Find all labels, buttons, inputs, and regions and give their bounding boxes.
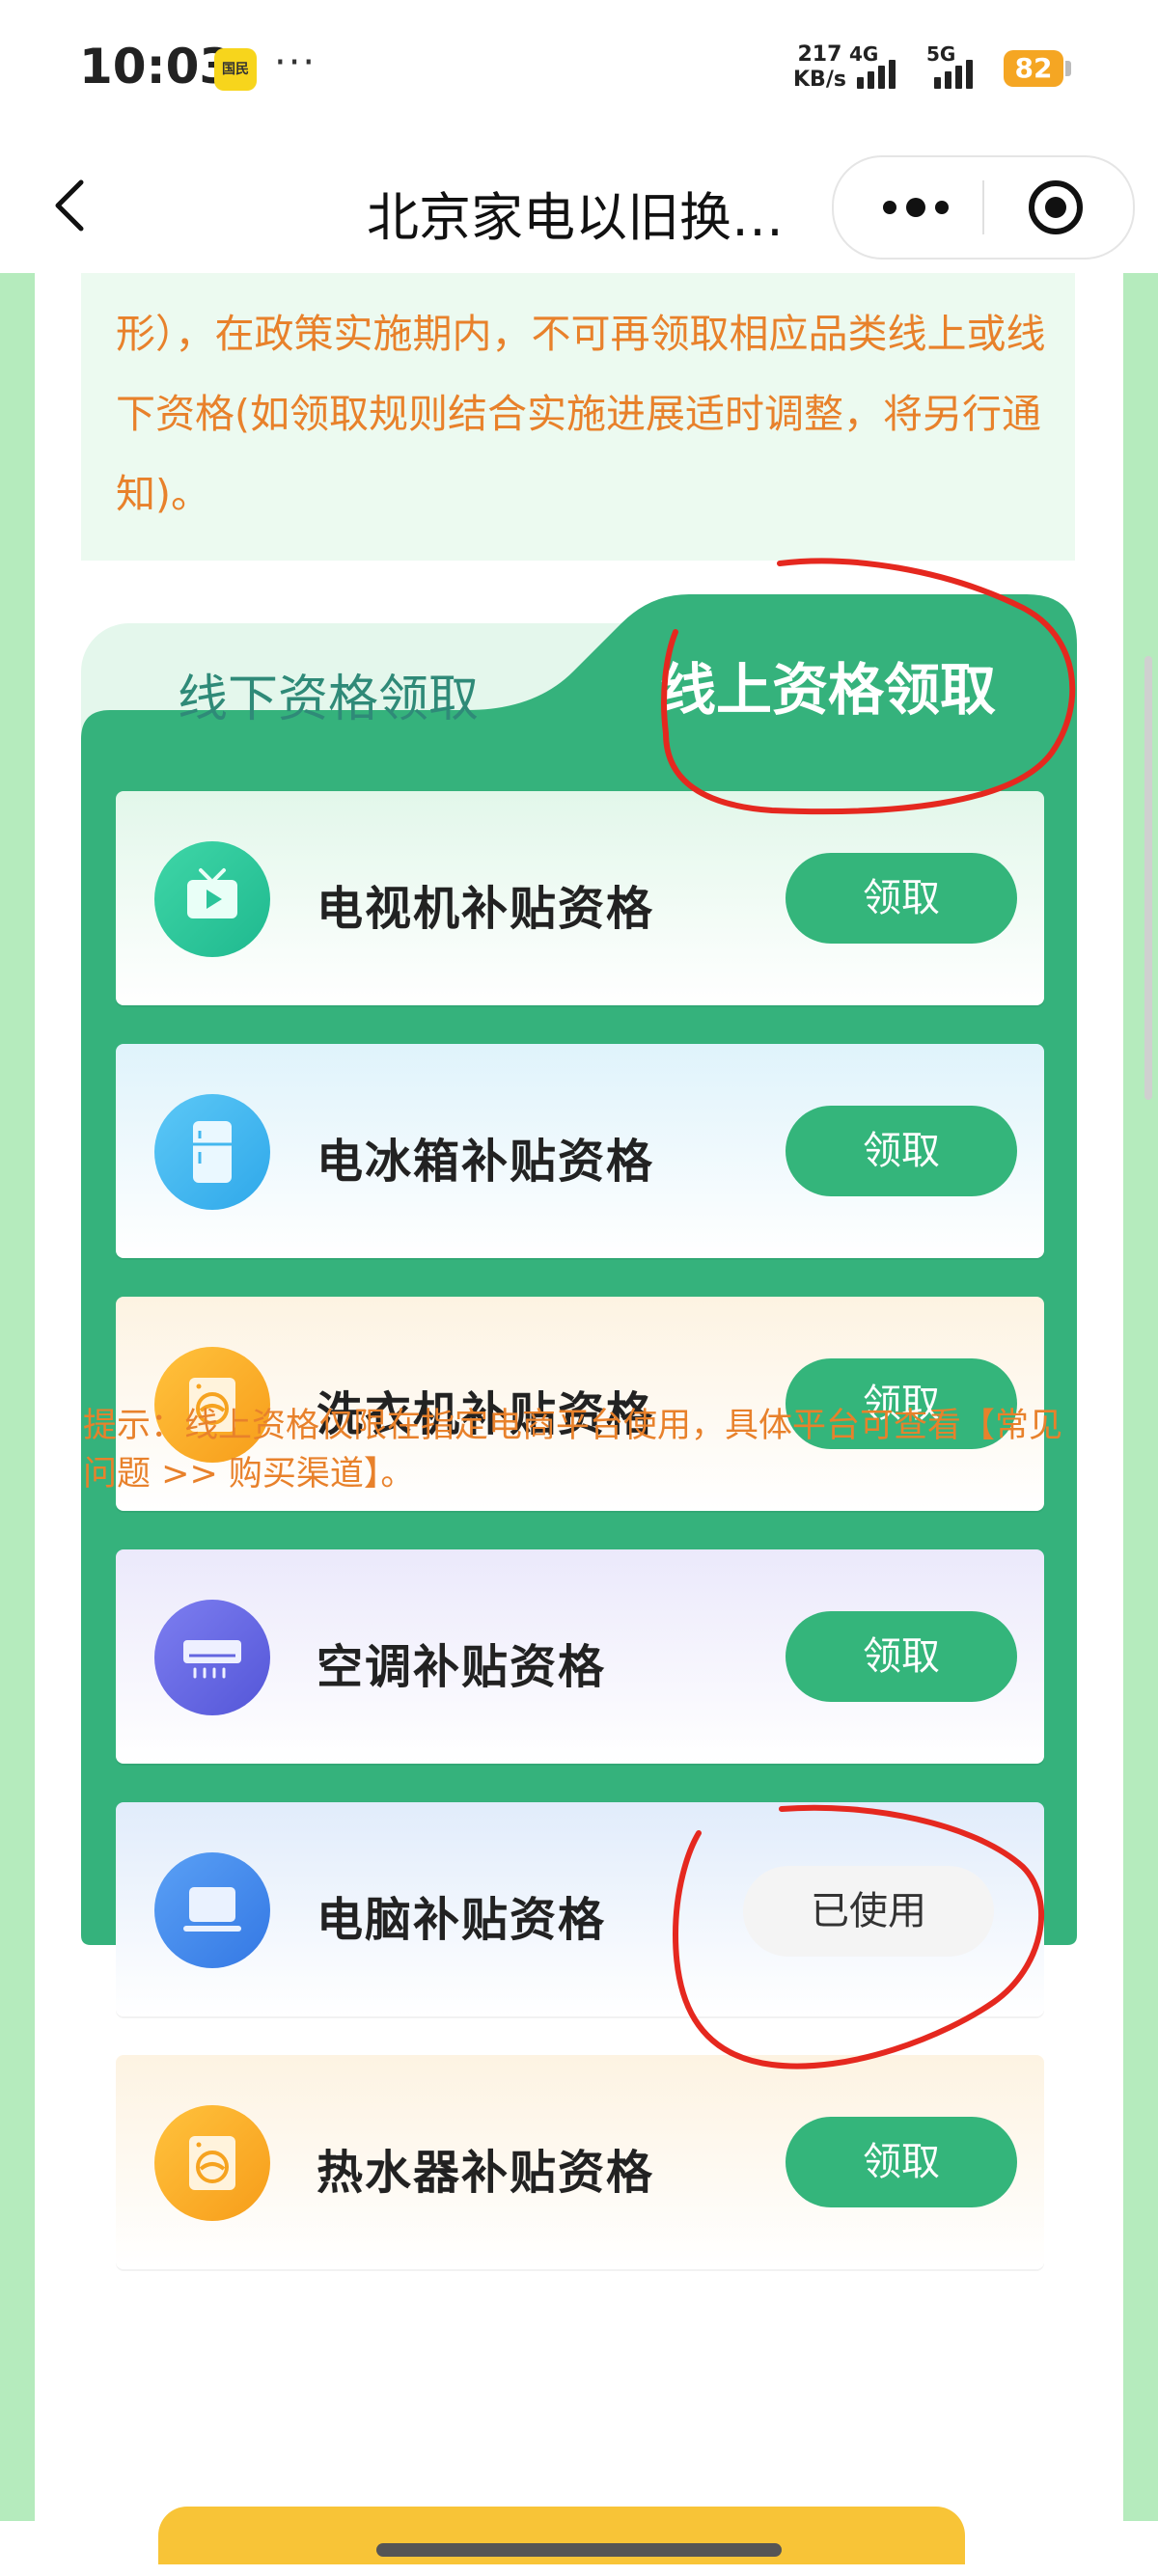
tv-icon <box>154 841 270 957</box>
item-label: 电脑补贴资格 <box>317 1893 607 1947</box>
more-notifications-icon: ··· <box>274 41 317 85</box>
page-title: 北京家电以旧换… <box>367 187 784 248</box>
item-label: 电视机补贴资格 <box>317 882 655 936</box>
more-icon[interactable] <box>872 188 959 227</box>
list-item-air-conditioner: 空调补贴资格 领取 <box>116 1549 1044 1764</box>
capsule-divider <box>982 180 984 234</box>
signal-5g-icon: 5G <box>926 42 980 89</box>
item-label: 空调补贴资格 <box>317 1640 607 1694</box>
nav-bar: 北京家电以旧换… <box>0 140 1158 273</box>
app-notification-icon: 国民 <box>214 48 257 91</box>
claim-button-tv[interactable]: 领取 <box>786 853 1017 944</box>
tab-offline-label[interactable]: 线下资格领取 <box>178 658 479 730</box>
status-bar: 10:03 国民 ··· 217 KB/s 4G 5G 82 <box>0 0 1158 140</box>
status-time: 10:03 <box>79 39 234 95</box>
battery-icon: 82 <box>1004 50 1063 87</box>
mini-program-capsule <box>832 155 1135 260</box>
network-speed: 217 KB/s <box>793 42 846 93</box>
list-item-fridge: 电冰箱补贴资格 领取 <box>116 1044 1044 1258</box>
home-indicator[interactable] <box>376 2543 782 2557</box>
network-speed-value: 217 <box>797 42 842 67</box>
battery-tip <box>1065 61 1071 76</box>
fridge-icon <box>154 1094 270 1210</box>
signal-4g-icon: 4G <box>849 42 903 89</box>
notice-text: 形），在政策实施期内，不可再领取相应品类线上或线下资格(如领取规则结合实施进展适… <box>116 311 1046 517</box>
content-area: 形），在政策实施期内，不可再领取相应品类线上或线下资格(如领取规则结合实施进展适… <box>35 273 1123 2521</box>
notice-box: 形），在政策实施期内，不可再领取相应品类线上或线下资格(如领取规则结合实施进展适… <box>81 273 1075 561</box>
air-conditioner-icon <box>154 1600 270 1715</box>
claim-button-air-conditioner[interactable]: 领取 <box>786 1611 1017 1702</box>
used-status-button-computer: 已使用 <box>743 1866 994 1957</box>
tab-online-label[interactable]: 线上资格领取 <box>660 644 996 726</box>
close-target-icon[interactable] <box>1027 178 1085 236</box>
claim-button-fridge[interactable]: 领取 <box>786 1106 1017 1196</box>
back-icon[interactable] <box>46 178 95 233</box>
qualification-tabs: 线下资格领取 线上资格领取 电视机补贴资格 领取 电冰箱补贴资格 领取 洗衣机补… <box>81 594 1077 2269</box>
item-label: 热水器补贴资格 <box>317 2146 655 2200</box>
computer-icon <box>154 1852 270 1968</box>
scrollbar[interactable] <box>1144 656 1152 1100</box>
water-heater-icon <box>154 2105 270 2221</box>
claim-button-water-heater[interactable]: 领取 <box>786 2117 1017 2207</box>
list-item-tv: 电视机补贴资格 领取 <box>116 791 1044 1005</box>
item-label: 电冰箱补贴资格 <box>317 1135 655 1189</box>
list-item-computer: 电脑补贴资格 已使用 <box>116 1802 1044 2016</box>
network-speed-unit: KB/s <box>793 68 846 92</box>
list-item-water-heater: 热水器补贴资格 领取 <box>116 2055 1044 2269</box>
hint-text: 提示：线上资格仅限在指定电商平台使用，具体平台可查看【常见问题 >> 购买渠道】… <box>83 1407 1063 1494</box>
